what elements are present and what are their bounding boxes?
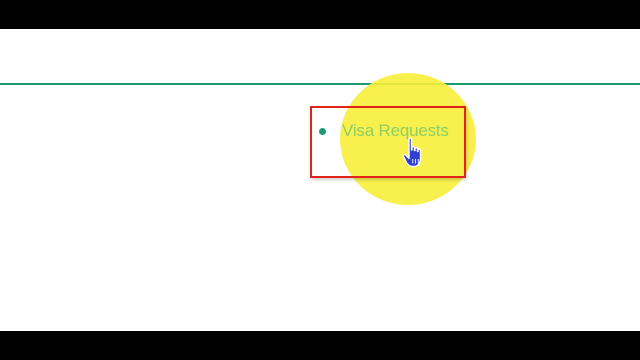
nav-item-visa-requests[interactable]: Visa Requests [310,106,466,178]
letterbox-bottom [0,331,640,360]
header-divider [0,83,640,85]
video-frame: Visa Requests [0,0,640,360]
visa-requests-link[interactable]: Visa Requests [342,121,449,141]
list-bullet [319,128,326,135]
letterbox-top [0,0,640,29]
page-content: Visa Requests [0,29,640,331]
hand-pointer-icon [402,137,422,168]
